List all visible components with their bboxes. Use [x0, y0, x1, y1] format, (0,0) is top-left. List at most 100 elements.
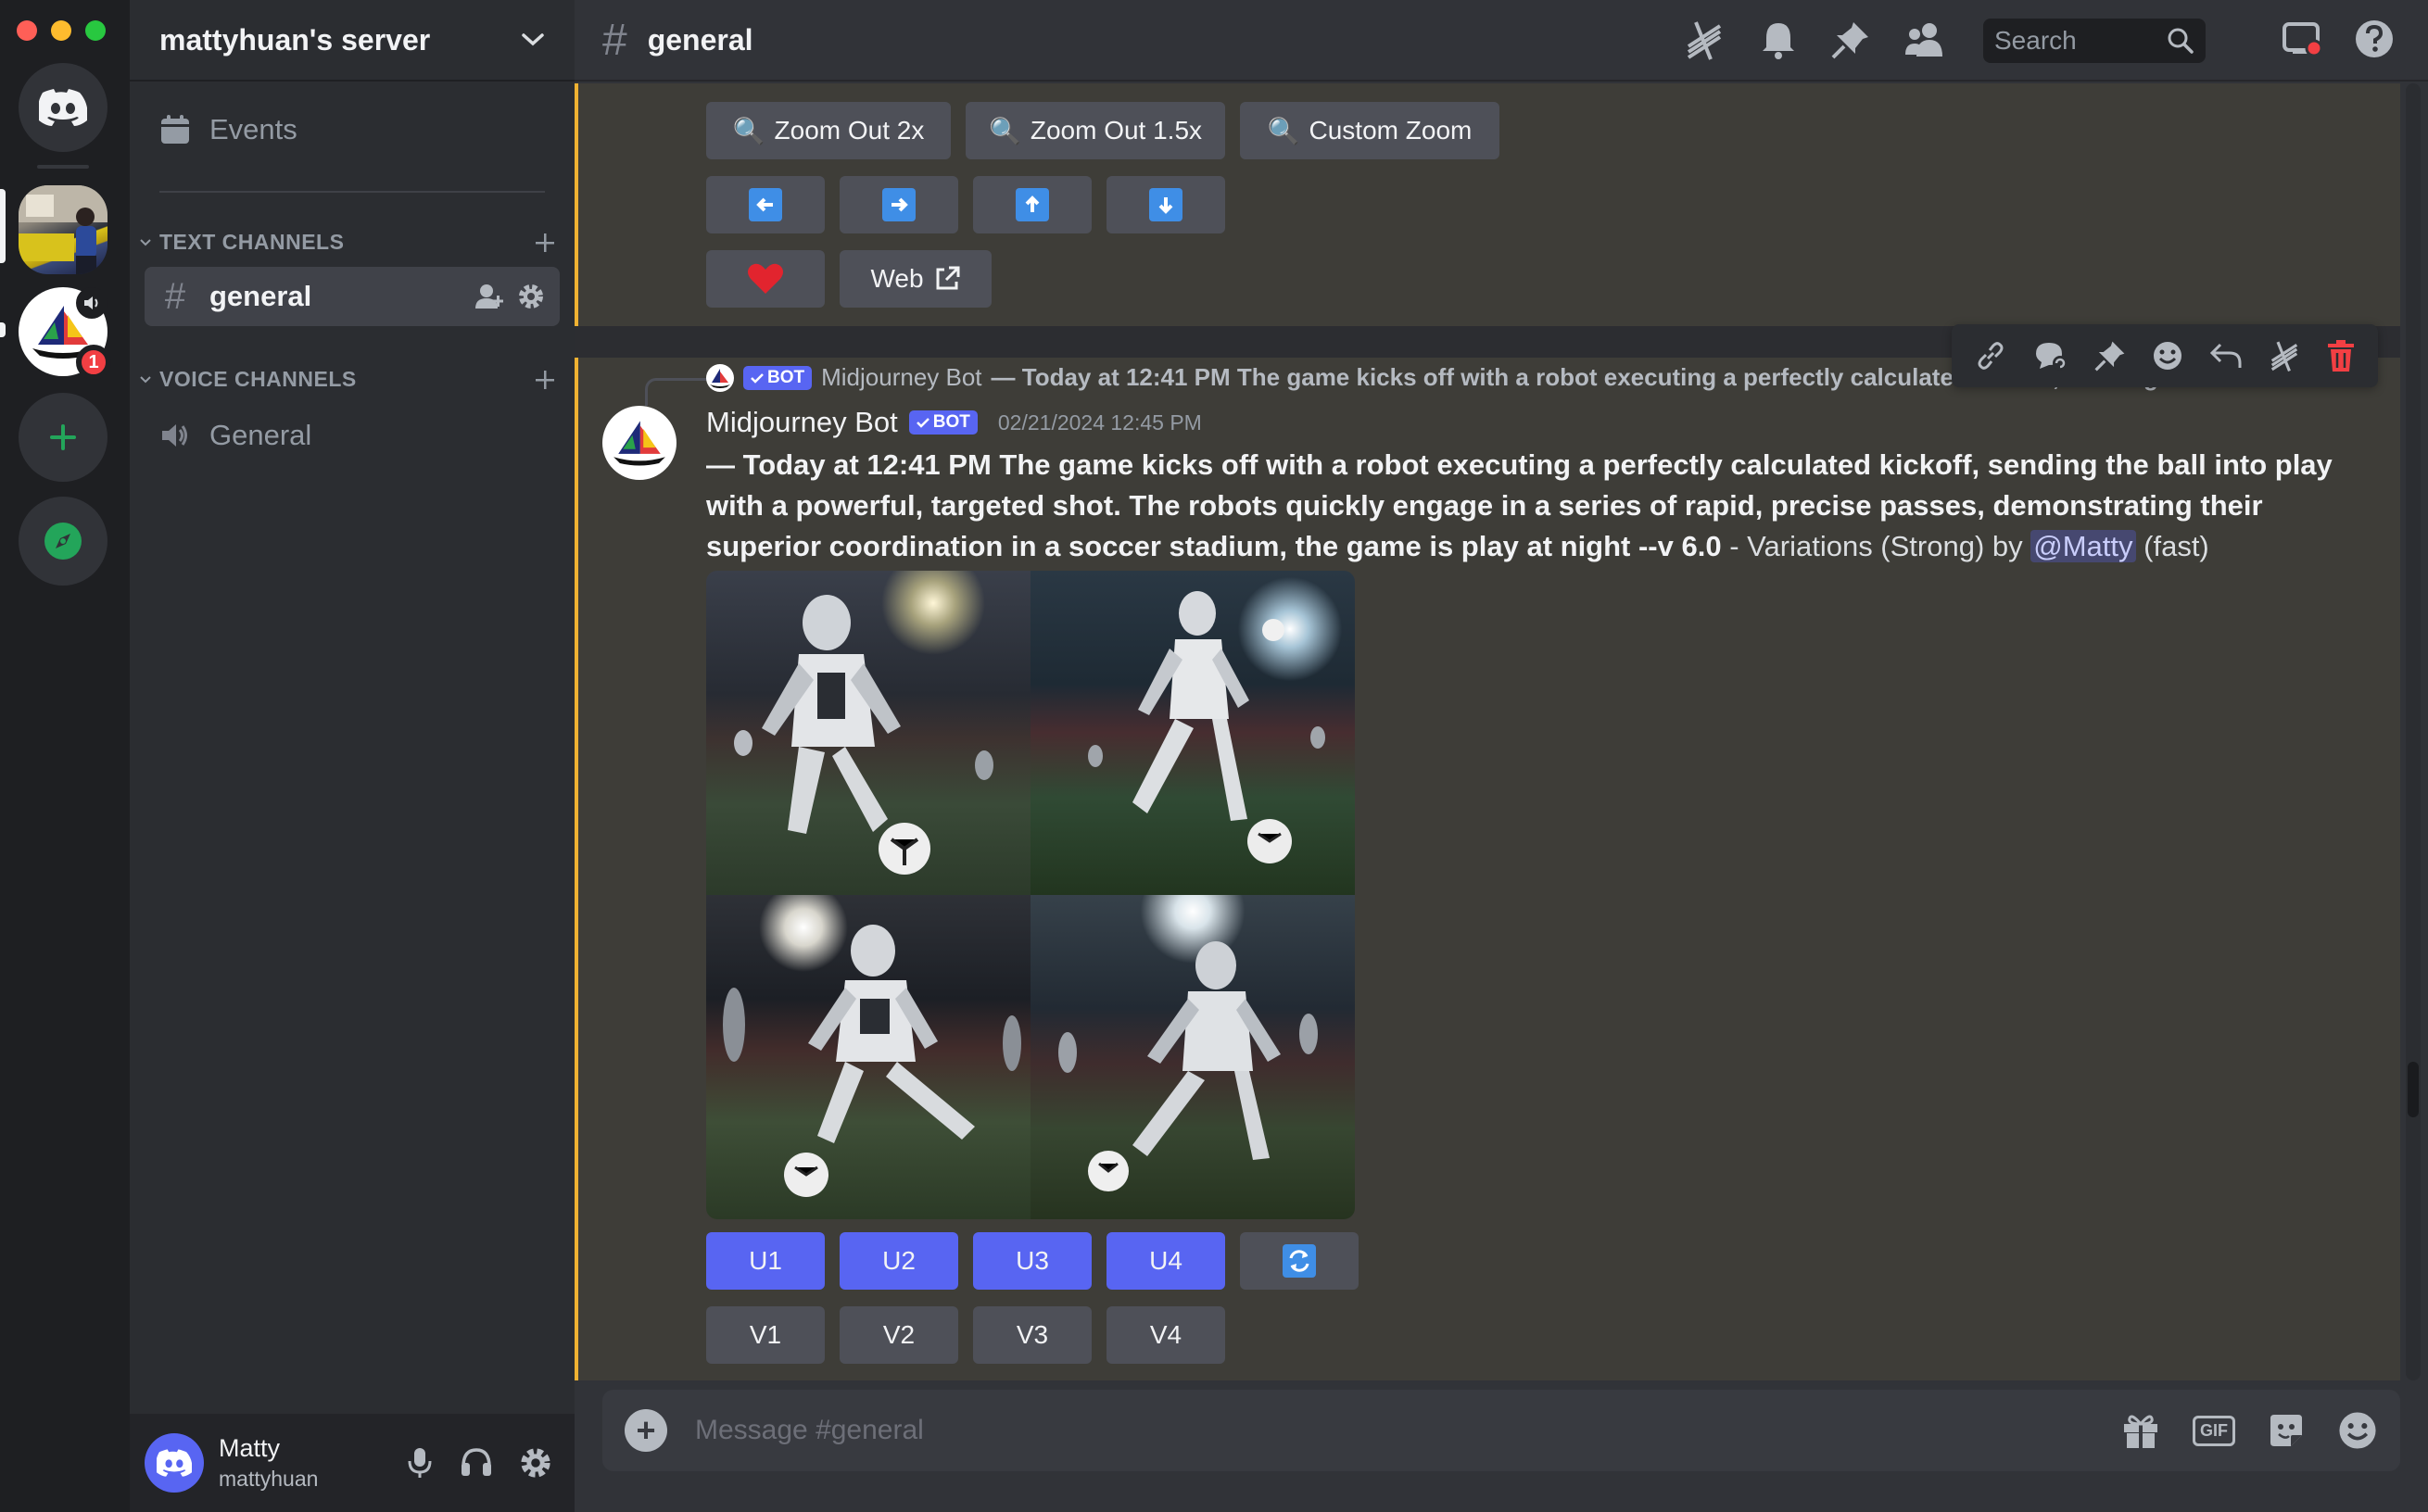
channel-item-general[interactable]: # general: [145, 267, 560, 326]
gif-icon[interactable]: GIF: [2193, 1415, 2235, 1446]
add-server-button[interactable]: [19, 393, 107, 482]
button-label: Zoom Out 2x: [774, 116, 925, 145]
generated-image-2[interactable]: [1031, 571, 1355, 895]
server-header[interactable]: mattyhuan's server: [130, 0, 575, 82]
server-icon-mattyhuan[interactable]: [19, 185, 107, 274]
variation-2-button[interactable]: V2: [840, 1306, 958, 1364]
gear-icon[interactable]: [517, 283, 545, 310]
message-timestamp: 02/21/2024 12:45 PM: [997, 410, 1202, 435]
gear-icon[interactable]: [519, 1446, 552, 1480]
chevron-down-icon: [522, 33, 544, 46]
image-grid[interactable]: [706, 571, 1355, 1219]
events-item[interactable]: Events: [159, 113, 297, 146]
robot-figure-icon: [734, 595, 993, 875]
create-thread-icon[interactable]: [2032, 339, 2069, 372]
user-info[interactable]: Matty mattyhuan: [219, 1434, 318, 1492]
external-link-icon: [936, 266, 960, 290]
copy-link-icon[interactable]: [1974, 339, 2007, 372]
help-icon[interactable]: [2354, 19, 2395, 59]
variation-4-button[interactable]: V4: [1107, 1306, 1225, 1364]
mention-badge: 1: [76, 345, 111, 380]
add-channel-icon[interactable]: [534, 232, 556, 254]
speaker-icon: [84, 296, 98, 309]
explore-servers-button[interactable]: [19, 497, 107, 586]
gift-icon[interactable]: [2120, 1411, 2161, 1450]
search-placeholder: Search: [1994, 26, 2077, 55]
pan-up-icon: [1016, 188, 1049, 221]
generated-image-4[interactable]: [1031, 895, 1355, 1219]
add-channel-icon[interactable]: [534, 369, 556, 391]
zoom-out-2x-button[interactable]: 🔍 Zoom Out 2x: [706, 102, 951, 159]
web-link-button[interactable]: Web: [840, 250, 992, 308]
zoom-out-1-5x-button[interactable]: 🔍 Zoom Out 1.5x: [966, 102, 1225, 159]
window-controls: [17, 20, 106, 41]
button-label: Zoom Out 1.5x: [1030, 116, 1203, 145]
reply-icon[interactable]: [2209, 341, 2243, 371]
upscale-3-button[interactable]: U3: [973, 1232, 1092, 1290]
create-invite-icon[interactable]: [474, 283, 504, 310]
compass-icon: [44, 523, 82, 560]
button-label: U3: [1016, 1246, 1049, 1275]
text-channels-category[interactable]: TEXT CHANNELS: [139, 230, 556, 255]
robot-figure-icon: [723, 925, 1021, 1197]
direct-messages-button[interactable]: [19, 63, 107, 152]
reply-connector: [645, 378, 710, 406]
message-actions-bar: [1952, 324, 2378, 387]
scrollbar-thumb[interactable]: [2408, 1062, 2419, 1117]
button-label: V2: [882, 1320, 916, 1349]
minimize-window-button[interactable]: [51, 20, 71, 41]
message-input[interactable]: [695, 1415, 2120, 1446]
member-list-icon[interactable]: [1903, 21, 1946, 58]
reroll-button[interactable]: [1240, 1232, 1359, 1290]
message-author[interactable]: Midjourney Bot: [706, 406, 898, 439]
button-label: U2: [882, 1246, 916, 1275]
message-composer: + GIF: [602, 1390, 2400, 1471]
search-input[interactable]: Search: [1983, 19, 2206, 63]
pan-down-button[interactable]: [1107, 176, 1225, 233]
upscale-2-button[interactable]: U2: [840, 1232, 958, 1290]
main-area: # general Search 🔍 Zoom Out 2x 🔍 Zoom Ou…: [575, 0, 2428, 1512]
plus-icon: [50, 424, 76, 450]
notification-bell-icon[interactable]: [1759, 19, 1798, 60]
chevron-down-icon: [140, 375, 151, 383]
pin-icon[interactable]: [2094, 340, 2126, 372]
pin-icon[interactable]: [1831, 20, 1870, 59]
checkmark-icon: [916, 418, 929, 428]
channel-item-voice-general[interactable]: General: [145, 406, 560, 465]
microphone-icon[interactable]: [406, 1446, 434, 1480]
favorite-button[interactable]: [706, 250, 825, 308]
voice-channels-category[interactable]: VOICE CHANNELS: [139, 367, 556, 392]
delete-icon[interactable]: [2326, 339, 2356, 372]
headphones-icon[interactable]: [460, 1446, 493, 1478]
upscale-4-button[interactable]: U4: [1107, 1232, 1225, 1290]
pan-left-button[interactable]: [706, 176, 825, 233]
close-window-button[interactable]: [17, 20, 37, 41]
add-reaction-icon[interactable]: [2151, 339, 2184, 372]
server-icon-midjourney[interactable]: 1: [19, 287, 111, 380]
variation-1-button[interactable]: V1: [706, 1306, 825, 1364]
generated-image-1[interactable]: [706, 571, 1031, 895]
avatar[interactable]: [145, 1433, 204, 1493]
variation-3-button[interactable]: V3: [973, 1306, 1092, 1364]
scrollbar-track[interactable]: [2406, 83, 2421, 1380]
rail-separator: [37, 165, 89, 169]
emoji-icon[interactable]: [2337, 1410, 2378, 1451]
user-display-name: Matty: [219, 1434, 281, 1462]
pan-right-button[interactable]: [840, 176, 958, 233]
custom-zoom-button[interactable]: 🔍 Custom Zoom: [1240, 102, 1499, 159]
button-label: U1: [749, 1246, 782, 1275]
inbox-icon[interactable]: [2282, 19, 2322, 59]
sticker-icon[interactable]: [2267, 1411, 2306, 1450]
user-mention[interactable]: @Matty: [2030, 530, 2136, 562]
upscale-1-button[interactable]: U1: [706, 1232, 825, 1290]
button-label: V1: [749, 1320, 782, 1349]
pan-up-button[interactable]: [973, 176, 1092, 233]
threads-icon[interactable]: [2268, 339, 2301, 372]
category-label: VOICE CHANNELS: [159, 367, 357, 391]
attach-plus-button[interactable]: +: [625, 1409, 667, 1452]
zoom-window-button[interactable]: [85, 20, 106, 41]
threads-icon[interactable]: [1683, 19, 1726, 61]
channel-header: # general Search: [575, 0, 2428, 82]
avatar[interactable]: [602, 406, 677, 480]
generated-image-3[interactable]: [706, 895, 1031, 1219]
